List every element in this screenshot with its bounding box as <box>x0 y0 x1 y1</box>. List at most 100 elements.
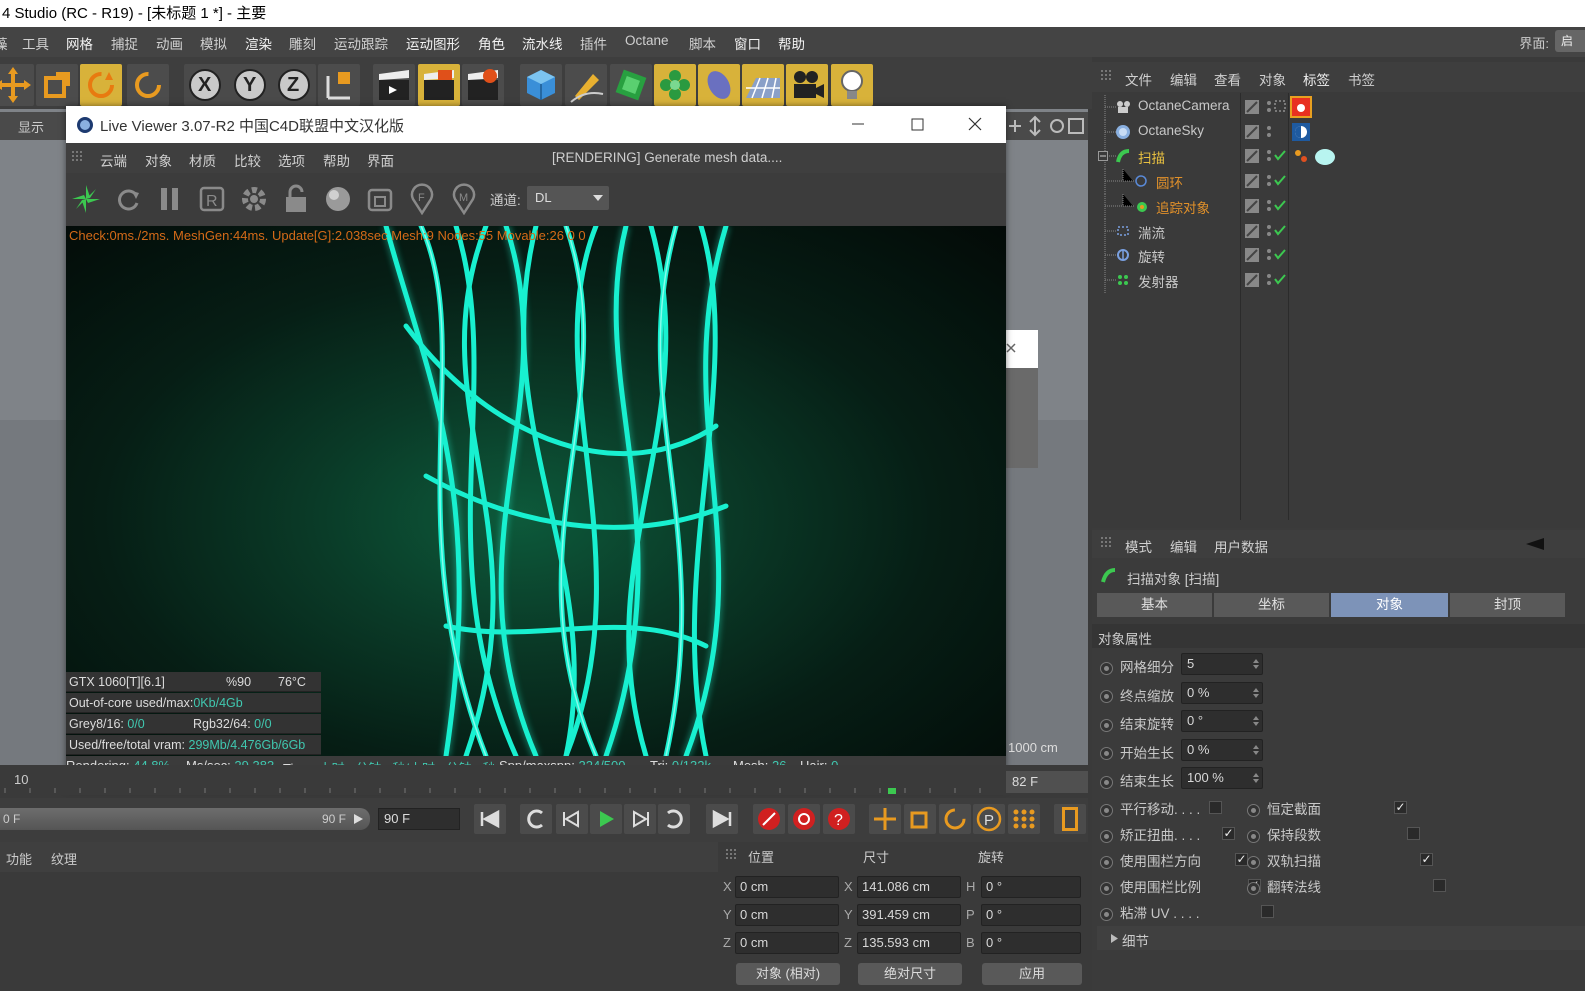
cloner-button[interactable] <box>654 64 696 106</box>
interface-dropdown[interactable]: 启 <box>1555 30 1585 52</box>
layer-icon[interactable] <box>1245 198 1259 213</box>
cloud-material-icon[interactable] <box>1313 145 1337 167</box>
menu-item-0[interactable]: 藻 <box>0 33 8 53</box>
key-scale-button[interactable] <box>904 804 936 834</box>
lv-menu-help[interactable]: 帮助 <box>323 150 350 170</box>
checkbox[interactable] <box>1433 879 1446 893</box>
menu-item-render[interactable]: 渲染 <box>245 33 272 53</box>
environment-tag-icon[interactable] <box>1292 122 1310 141</box>
menu-item-tools[interactable]: 工具 <box>22 33 49 53</box>
deformer-button[interactable] <box>698 64 740 106</box>
check-icon[interactable] <box>1274 149 1286 161</box>
obj-emitter[interactable]: 发射器 <box>1097 267 1585 293</box>
size-y-field[interactable]: 391.459 cm <box>857 904 961 926</box>
menu-item-help[interactable]: 帮助 <box>778 33 805 53</box>
pin-f-icon[interactable]: F <box>406 183 438 215</box>
spinner-arrows-icon[interactable] <box>1253 715 1259 727</box>
animate-radio[interactable] <box>1100 661 1113 675</box>
visibility-dots-icon[interactable] <box>1265 272 1273 288</box>
menu-item-pipeline[interactable]: 流水线 <box>522 33 563 53</box>
prev-key-button[interactable] <box>520 804 552 834</box>
menu-item-animate[interactable]: 动画 <box>156 33 183 53</box>
play-button[interactable] <box>590 804 622 834</box>
settings-gear-icon[interactable] <box>238 183 270 215</box>
prop-value-field[interactable]: 0 ° <box>1181 710 1263 732</box>
animate-radio[interactable] <box>1100 881 1113 895</box>
animate-radio[interactable] <box>1100 690 1113 704</box>
render-output[interactable]: Check:0ms./2ms. MeshGen:44ms. Update[G]:… <box>66 226 1006 756</box>
key-pla-button[interactable] <box>1008 804 1040 834</box>
floor-button[interactable] <box>742 64 784 106</box>
om-menu-objects[interactable]: 对象 <box>1259 69 1286 89</box>
close-icon[interactable] <box>963 112 987 136</box>
obj-circle[interactable]: 圆环 <box>1097 169 1585 195</box>
visibility-dots-icon[interactable] <box>1265 124 1273 140</box>
spinner-arrows-icon[interactable] <box>1253 658 1259 670</box>
animate-radio[interactable] <box>1247 881 1260 895</box>
lock-icon[interactable] <box>280 183 312 215</box>
checkbox[interactable] <box>1261 905 1274 919</box>
rot-p-field[interactable]: 0 ° <box>981 904 1081 926</box>
checkbox[interactable]: ✓ <box>1420 853 1433 867</box>
spinner-arrows-icon[interactable] <box>1253 744 1259 756</box>
target-icon[interactable] <box>1274 100 1286 112</box>
lv-menu-objects[interactable]: 对象 <box>145 150 172 170</box>
animate-radio[interactable] <box>1247 855 1260 869</box>
key-rotation-button[interactable] <box>939 804 971 834</box>
size-x-field[interactable]: 141.086 cm <box>857 876 961 898</box>
recent-tool-button[interactable] <box>127 64 169 106</box>
pen-button[interactable] <box>565 64 607 106</box>
menu-item-mograph[interactable]: 运动图形 <box>406 33 460 53</box>
check-icon[interactable] <box>1274 224 1286 236</box>
animate-radio[interactable] <box>1100 907 1113 921</box>
obj-rotate[interactable]: 旋转 <box>1097 243 1585 269</box>
pos-y-field[interactable]: 0 cm <box>735 904 839 926</box>
lv-menu-compare[interactable]: 比较 <box>234 150 261 170</box>
layer-icon[interactable] <box>1245 248 1259 263</box>
animate-radio[interactable] <box>1100 829 1113 843</box>
layer-icon[interactable] <box>1245 223 1259 238</box>
obj-octane-sky[interactable]: OctaneSky <box>1097 119 1585 145</box>
next-key-button[interactable] <box>658 804 690 834</box>
size-z-field[interactable]: 135.593 cm <box>857 932 961 954</box>
menu-item-snap[interactable]: 捕捉 <box>111 33 138 53</box>
menu-item-character[interactable]: 角色 <box>478 33 505 53</box>
maximize-icon[interactable] <box>905 112 929 136</box>
animate-radio[interactable] <box>1100 803 1113 817</box>
tab-basic[interactable]: 基本 <box>1097 593 1212 617</box>
menu-item-plugins[interactable]: 插件 <box>580 33 607 53</box>
timeline-window-button[interactable] <box>1054 804 1086 834</box>
layer-icon[interactable] <box>1245 124 1259 139</box>
layer-icon[interactable] <box>1245 149 1259 164</box>
coordinate-system-button[interactable] <box>318 64 360 106</box>
animate-radio[interactable] <box>1100 775 1113 789</box>
tab-function[interactable]: 功能 <box>6 849 32 868</box>
lv-menu-interface[interactable]: 界面 <box>367 150 394 170</box>
obj-sweep[interactable]: 扫描 <box>1097 144 1585 170</box>
octane-start-icon[interactable] <box>70 183 102 215</box>
prev-frame-button[interactable] <box>556 804 588 834</box>
check-icon[interactable] <box>1274 174 1286 186</box>
layer-icon[interactable] <box>1245 174 1259 189</box>
check-icon[interactable] <box>1274 273 1286 285</box>
viewport-nav-icon[interactable] <box>1005 112 1088 140</box>
tab-object[interactable]: 对象 <box>1331 593 1448 617</box>
region-render-icon[interactable]: R <box>196 183 228 215</box>
menu-item-sculpt[interactable]: 雕刻 <box>289 33 316 53</box>
apply-button[interactable]: 应用 <box>982 963 1082 985</box>
key-position-button[interactable] <box>869 804 901 834</box>
move-tool-button[interactable] <box>0 64 34 106</box>
pos-x-field[interactable]: 0 cm <box>735 876 839 898</box>
attr-menu-mode[interactable]: 模式 <box>1125 536 1152 556</box>
menu-item-window[interactable]: 窗口 <box>734 33 761 53</box>
check-icon[interactable] <box>1274 199 1286 211</box>
back-arrow-icon[interactable] <box>1524 536 1546 552</box>
attr-menu-edit[interactable]: 编辑 <box>1170 536 1197 556</box>
checkbox[interactable]: ✓ <box>1394 801 1407 815</box>
record-button[interactable] <box>753 804 785 834</box>
next-frame-button[interactable] <box>624 804 656 834</box>
light-button[interactable] <box>831 64 873 106</box>
om-menu-view[interactable]: 查看 <box>1214 69 1241 89</box>
visibility-dots-icon[interactable] <box>1265 247 1273 263</box>
pin-m-icon[interactable]: M <box>448 183 480 215</box>
